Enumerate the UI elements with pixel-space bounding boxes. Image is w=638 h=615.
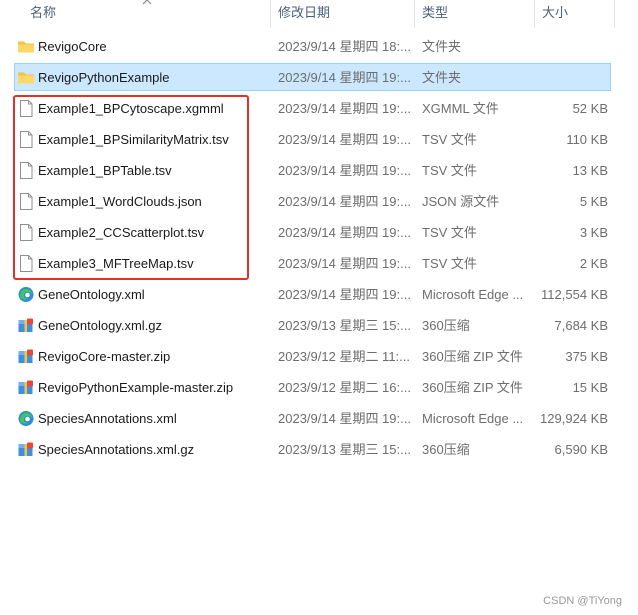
modified-date: 2023/9/14 星期四 19:... [278, 287, 411, 302]
modified-date: 2023/9/14 星期四 19:... [278, 194, 411, 209]
archive-icon [17, 317, 35, 334]
file-name[interactable]: SpeciesAnnotations.xml [38, 403, 270, 434]
column-divider[interactable] [534, 0, 535, 28]
file-size: 5 KB [579, 194, 608, 209]
modified-date: 2023/9/14 星期四 19:... [278, 256, 411, 271]
file-name[interactable]: GeneOntology.xml [38, 279, 270, 310]
modified-date: 2023/9/14 星期四 19:... [278, 132, 411, 147]
modified-date: 2023/9/12 星期二 16:... [278, 380, 411, 395]
annotation-highlight-box [13, 95, 249, 280]
archive-icon [17, 379, 35, 396]
archive-icon [17, 348, 35, 365]
sort-ascending-icon [142, 0, 152, 5]
file-name[interactable]: RevigoCore [38, 31, 270, 62]
file-size: 129,924 KB [540, 411, 608, 426]
file-type: TSV 文件 [422, 132, 477, 147]
modified-date: 2023/9/14 星期四 19:... [278, 70, 411, 85]
file-type: TSV 文件 [422, 225, 477, 240]
file-type: TSV 文件 [422, 163, 477, 178]
modified-date: 2023/9/14 星期四 18:... [278, 39, 411, 54]
file-size: 110 KB [566, 132, 608, 147]
file-row[interactable]: GeneOntology.xml.gz 2023/9/13 星期三 15:... 3… [0, 310, 638, 341]
file-row[interactable]: RevigoCore-master.zip 2023/9/12 星期二 11:..… [0, 341, 638, 372]
column-header: 名称 修改日期 类型 大小 [0, 0, 638, 28]
file-size: 3 KB [579, 225, 608, 240]
file-size: 7,684 KB [554, 318, 609, 333]
file-row[interactable]: SpeciesAnnotations.xml.gz 2023/9/13 星期三 1… [0, 434, 638, 465]
file-type: 360压缩 [422, 318, 470, 333]
file-type: 文件夹 [422, 70, 462, 85]
folder-row[interactable]: RevigoPythonExample 2023/9/14 星期四 19:... 文… [0, 62, 638, 93]
file-name[interactable]: GeneOntology.xml.gz [38, 310, 270, 341]
column-divider[interactable] [270, 0, 271, 28]
column-date-header[interactable]: 修改日期 [278, 0, 330, 28]
watermark: CSDN @TiYong [543, 595, 622, 607]
file-name[interactable]: SpeciesAnnotations.xml.gz [38, 434, 270, 465]
file-type: 360压缩 [422, 442, 470, 457]
file-type: 文件夹 [422, 39, 462, 54]
folder-icon [17, 69, 35, 86]
file-size: 13 KB [572, 163, 608, 178]
column-divider[interactable] [414, 0, 415, 28]
folder-row[interactable]: RevigoCore 2023/9/14 星期四 18:... 文件夹 [0, 31, 638, 62]
modified-date: 2023/9/12 星期二 11:... [278, 349, 410, 364]
modified-date: 2023/9/13 星期三 15:... [278, 442, 411, 457]
file-size: 2 KB [579, 256, 608, 271]
file-name[interactable]: RevigoCore-master.zip [38, 341, 270, 372]
column-divider[interactable] [614, 0, 615, 28]
file-type: XGMML 文件 [422, 101, 499, 116]
file-size: 6,590 KB [554, 442, 609, 457]
column-type-header[interactable]: 类型 [422, 0, 448, 28]
file-name[interactable]: RevigoPythonExample-master.zip [38, 372, 270, 403]
modified-date: 2023/9/14 星期四 19:... [278, 225, 411, 240]
edge-icon [17, 286, 35, 303]
column-size-header[interactable]: 大小 [542, 0, 568, 28]
archive-icon [17, 441, 35, 458]
file-size [540, 31, 608, 62]
folder-icon [17, 38, 35, 55]
file-row[interactable]: SpeciesAnnotations.xml 2023/9/14 星期四 19:.… [0, 403, 638, 434]
column-name-header[interactable]: 名称 [30, 0, 56, 28]
file-type: 360压缩 ZIP 文件 [422, 380, 523, 395]
file-name[interactable]: RevigoPythonExample [38, 62, 270, 93]
modified-date: 2023/9/14 星期四 19:... [278, 411, 411, 426]
file-size: 112,554 KB [541, 287, 608, 302]
modified-date: 2023/9/14 星期四 19:... [278, 163, 411, 178]
edge-icon [17, 410, 35, 427]
file-type: Microsoft Edge ... [422, 287, 524, 302]
file-row[interactable]: GeneOntology.xml 2023/9/14 星期四 19:... Micr… [0, 279, 638, 310]
file-row[interactable]: RevigoPythonExample-master.zip 2023/9/12 … [0, 372, 638, 403]
file-type: JSON 源文件 [422, 194, 500, 209]
file-type: TSV 文件 [422, 256, 477, 271]
modified-date: 2023/9/13 星期三 15:... [278, 318, 411, 333]
file-size [540, 62, 608, 93]
modified-date: 2023/9/14 星期四 19:... [278, 101, 411, 116]
file-size: 52 KB [572, 101, 608, 116]
file-size: 15 KB [572, 380, 608, 395]
file-type: Microsoft Edge ... [422, 411, 524, 426]
file-type: 360压缩 ZIP 文件 [422, 349, 523, 364]
file-size: 375 KB [565, 349, 608, 364]
